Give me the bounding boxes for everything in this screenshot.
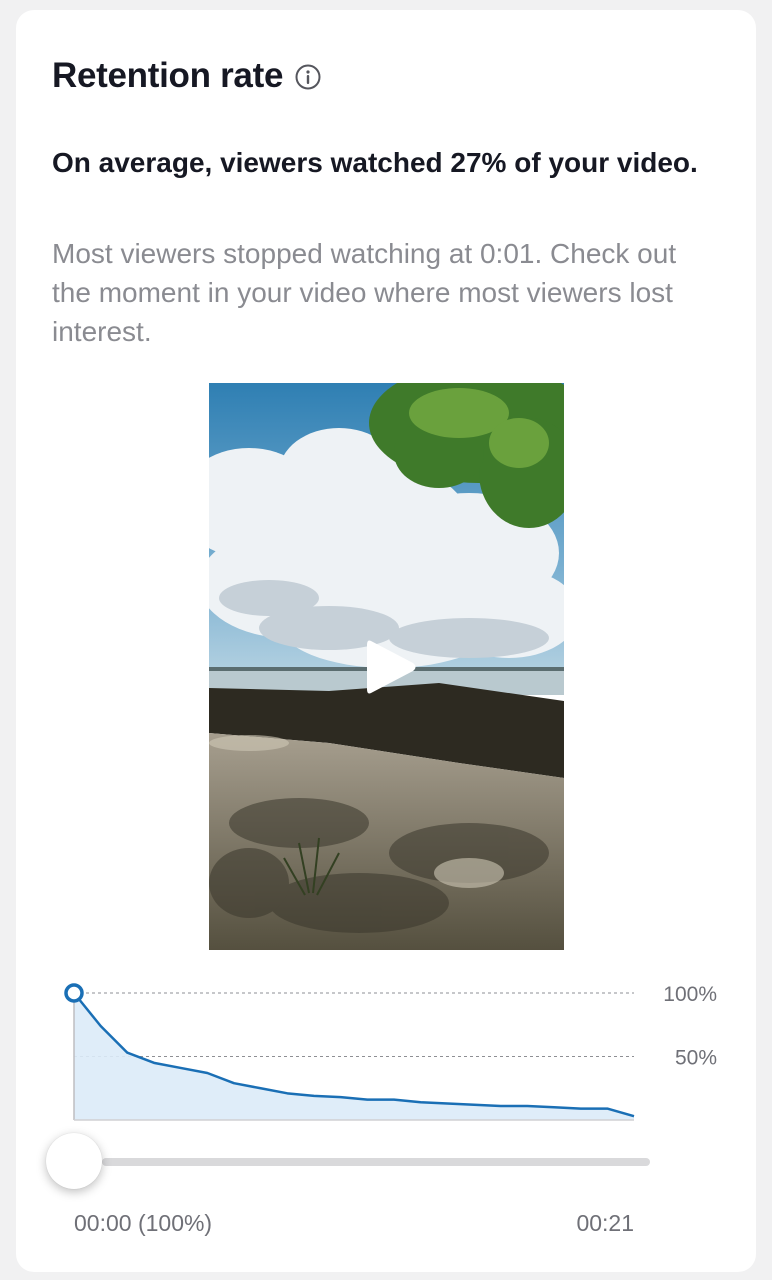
- retention-headline: On average, viewers watched 27% of your …: [52, 147, 698, 178]
- timeline-slider-track[interactable]: [102, 1158, 650, 1166]
- y-tick-label: 100%: [663, 983, 717, 1006]
- card-title: Retention rate: [52, 56, 284, 95]
- retention-card: Retention rate On average, viewers watch…: [16, 10, 756, 1272]
- retention-start-marker: [64, 983, 84, 1003]
- timeline-end-label: 00:21: [576, 1210, 634, 1236]
- retention-chart: 100% 50%: [52, 970, 732, 1170]
- info-circle-icon[interactable]: [295, 64, 321, 90]
- title-row: Retention rate: [52, 56, 321, 96]
- video-thumbnail[interactable]: [209, 383, 564, 950]
- timeline-slider-thumb[interactable]: [46, 1133, 102, 1189]
- retention-chart-svg: 100% 50%: [64, 983, 717, 1121]
- retention-description: Most viewers stopped watching at 0:01. C…: [52, 238, 677, 347]
- play-icon[interactable]: [363, 637, 419, 697]
- timeline-start-label: 00:00 (100%): [74, 1210, 213, 1236]
- y-tick-label: 50%: [675, 1047, 717, 1070]
